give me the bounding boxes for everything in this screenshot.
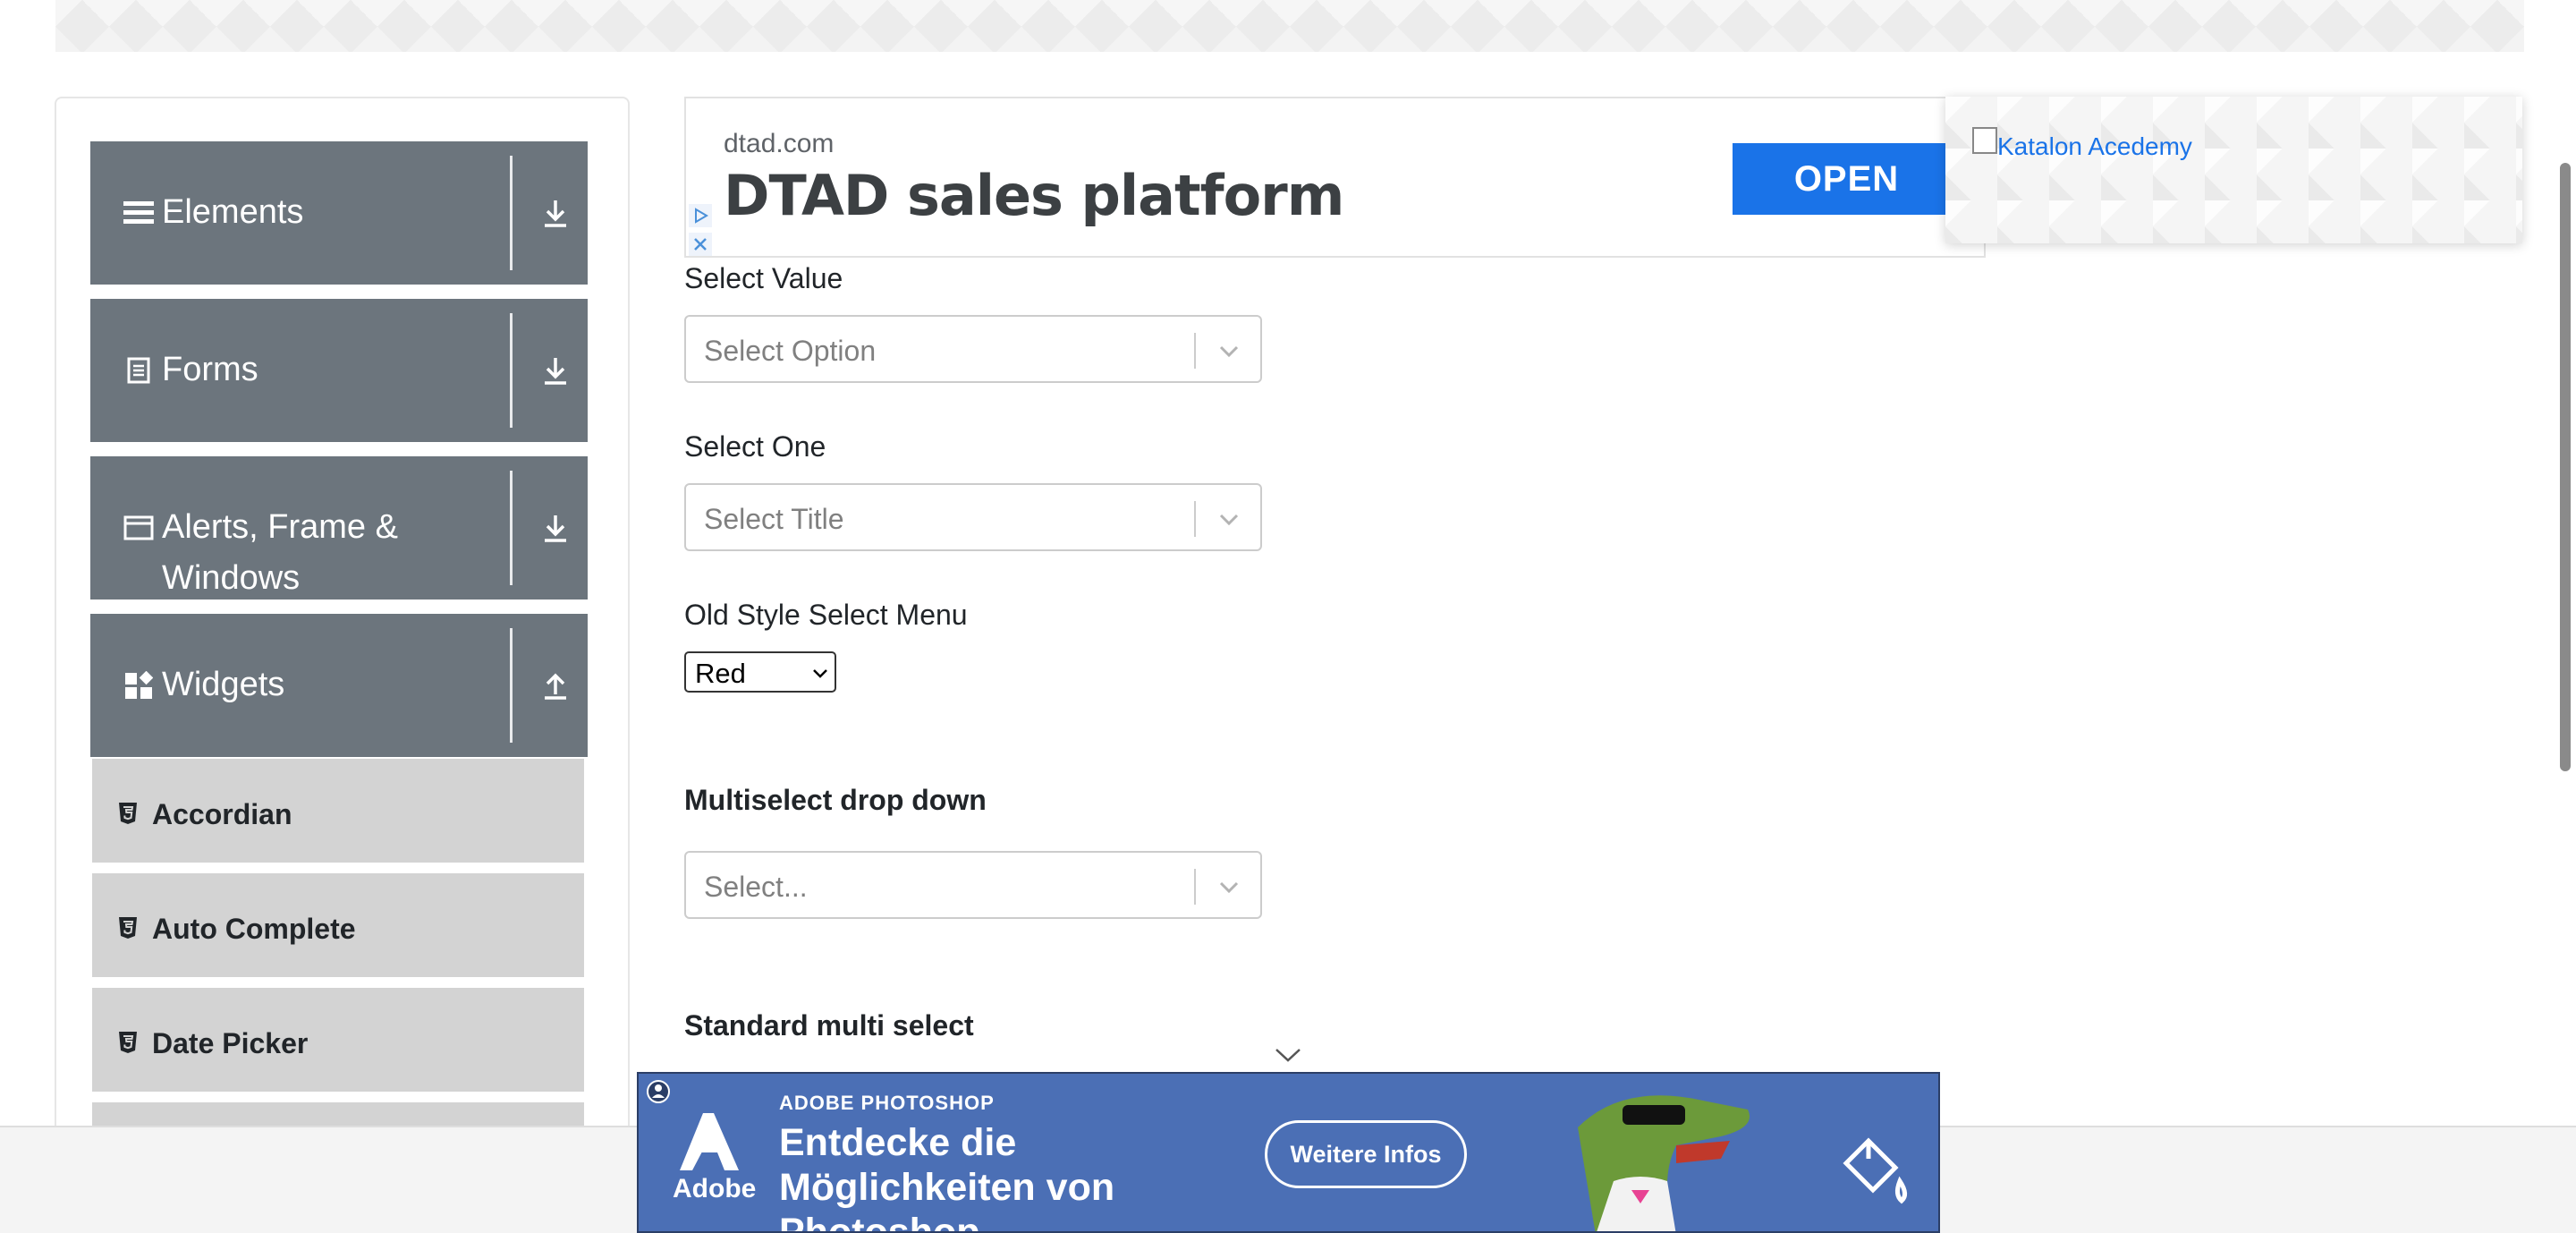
crocodile-mascot-icon [1542, 1074, 1775, 1231]
top-banner [55, 0, 2524, 52]
download-icon[interactable] [523, 344, 588, 397]
menu-icon [123, 197, 155, 229]
close-icon[interactable] [686, 231, 715, 258]
adobe-photoshop-ad[interactable]: Adobe ADOBE PHOTOSHOP Entdecke die Mögli… [637, 1072, 1940, 1233]
html5-icon [117, 802, 139, 825]
select-placeholder: Select Option [704, 335, 877, 367]
sidebar-group-elements[interactable]: Elements [90, 141, 588, 285]
divider [510, 156, 513, 270]
ad-banner-dtad[interactable]: dtad.com DTAD sales platform OPEN [684, 97, 1986, 258]
sidebar-item-label: Accordian [152, 798, 292, 830]
page: Elements Forms Alerts, Frame & Windows W… [0, 0, 2576, 1233]
html5-icon [117, 1031, 139, 1054]
katalon-link[interactable]: Katalon Acedemy [1997, 132, 2192, 161]
sidebar-group-alerts-frame-windows[interactable]: Alerts, Frame & Windows [90, 456, 588, 599]
ad-info-icon[interactable] [646, 1079, 671, 1104]
download-icon[interactable] [523, 501, 588, 555]
select-placeholder: Select Title [704, 503, 844, 535]
divider [510, 471, 513, 585]
widgets-icon [123, 669, 155, 702]
ad-choices-icon[interactable] [686, 202, 715, 229]
sidebar-group-widgets[interactable]: Widgets [90, 614, 588, 757]
select-one-label: Select One [684, 430, 826, 463]
divider [1194, 333, 1196, 369]
sidebar-group-label: Forms [162, 351, 258, 388]
multiselect-dropdown[interactable]: Select... [684, 851, 1262, 919]
divider [510, 313, 513, 428]
sidebar-group-label: Widgets [162, 666, 285, 703]
html5-icon [117, 916, 139, 940]
paint-bucket-icon [1828, 1127, 1918, 1217]
chevron-down-icon[interactable] [1273, 1042, 1303, 1067]
ad-open-button[interactable]: OPEN [1733, 143, 1961, 215]
sidebar-item-accordian[interactable]: Accordian [92, 759, 584, 868]
selected-value: Red [695, 658, 746, 689]
chevron-down-icon[interactable] [1214, 336, 1244, 367]
broken-image-icon [1972, 127, 1997, 154]
sidebar-group-forms[interactable]: Forms [90, 299, 588, 442]
adobe-brand-label: Adobe [673, 1174, 757, 1203]
ad-title[interactable]: DTAD sales platform [724, 163, 1344, 228]
katalon-ad[interactable]: Katalon Acedemy [1945, 97, 2522, 243]
sidebar-item-label: Auto Complete [152, 913, 356, 945]
divider [1194, 501, 1196, 537]
multiselect-label: Multiselect drop down [684, 784, 987, 816]
sidebar-group-label: Alerts, Frame & [162, 508, 398, 546]
select-placeholder: Select... [704, 871, 808, 903]
document-icon [123, 354, 155, 387]
upload-icon[interactable] [523, 659, 588, 712]
sidebar-group-label: Windows [162, 559, 301, 597]
chevron-down-icon[interactable] [1214, 505, 1244, 535]
download-icon[interactable] [523, 186, 588, 240]
ad-kicker: ADOBE PHOTOSHOP [779, 1092, 995, 1114]
old-style-select-menu[interactable]: Red [684, 651, 836, 693]
scrollbar-thumb[interactable] [2560, 163, 2571, 771]
sidebar-item-auto-complete[interactable]: Auto Complete [92, 873, 584, 982]
select-value-label: Select Value [684, 262, 843, 294]
weitere-infos-button[interactable]: Weitere Infos [1265, 1120, 1467, 1188]
select-one-dropdown[interactable]: Select Title [684, 483, 1262, 551]
sidebar-item-label: Date Picker [152, 1027, 309, 1059]
ad-headline: Entdecke die Möglichkeiten von Photoshop… [779, 1121, 1115, 1233]
old-style-select-label: Old Style Select Menu [684, 599, 968, 631]
divider [1194, 869, 1196, 905]
chevron-down-icon [809, 662, 831, 684]
window-icon [123, 512, 155, 544]
sidebar-item-date-picker[interactable]: Date Picker [92, 988, 584, 1097]
divider [510, 628, 513, 743]
ad-domain: dtad.com [724, 129, 835, 158]
select-value-dropdown[interactable]: Select Option [684, 315, 1262, 383]
sidebar-group-label: Elements [162, 193, 304, 231]
standard-multi-select-label: Standard multi select [684, 1009, 974, 1042]
chevron-down-icon[interactable] [1214, 872, 1244, 903]
